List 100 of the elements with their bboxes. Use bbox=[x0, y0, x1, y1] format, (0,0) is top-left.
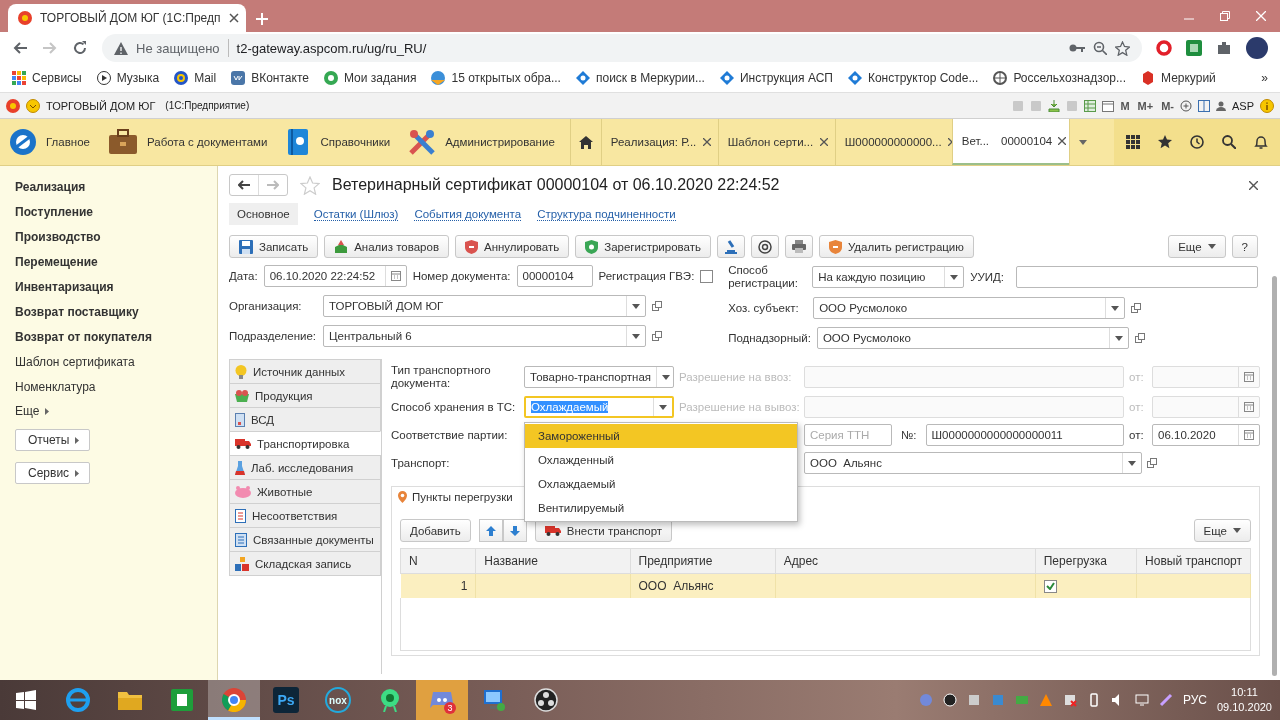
toolbar-button[interactable]: Записать bbox=[229, 235, 319, 258]
registration-method-field[interactable]: На каждую позицию bbox=[812, 266, 965, 288]
bookmark[interactable]: 15 открытых обра... bbox=[431, 71, 561, 85]
uuid-field[interactable] bbox=[1016, 266, 1258, 288]
organization-field[interactable]: ТОРГОВЫЙ ДОМ ЮГ bbox=[323, 295, 646, 317]
toolbar-button[interactable]: Удалить регистрацию bbox=[818, 235, 974, 258]
info-icon[interactable] bbox=[1260, 98, 1274, 113]
department-field[interactable]: Центральный 6 bbox=[323, 325, 646, 347]
help-button[interactable]: ? bbox=[1231, 235, 1258, 258]
close-icon[interactable] bbox=[1058, 137, 1067, 145]
taskbar-button[interactable]: Ps bbox=[260, 680, 312, 720]
sidebar-item[interactable]: Шаблон сертификата bbox=[15, 354, 202, 370]
move-down-button[interactable] bbox=[502, 519, 527, 542]
import-permit-date-field[interactable] bbox=[1152, 366, 1260, 388]
export-permit-date-field[interactable] bbox=[1152, 396, 1260, 418]
open-icon[interactable] bbox=[652, 301, 662, 311]
toolbar-button[interactable]: Аннулировать bbox=[455, 235, 570, 258]
reload-icon[interactable] bbox=[72, 40, 88, 56]
star-icon[interactable] bbox=[1115, 40, 1130, 56]
page-tab[interactable]: Транспортировка bbox=[229, 431, 381, 455]
table-icon[interactable] bbox=[1084, 99, 1097, 112]
column-header[interactable]: Название bbox=[475, 548, 630, 574]
section-item[interactable]: Администрирование bbox=[399, 119, 564, 165]
dropdown-list[interactable]: Замороженный Охлажденный Охлаждаемый Вентилируемый bbox=[524, 422, 798, 522]
form-tab[interactable]: Основное bbox=[229, 203, 298, 225]
form-link[interactable]: Структура подчиненности bbox=[537, 207, 676, 221]
new-tab-icon[interactable] bbox=[256, 13, 268, 25]
checkbox[interactable] bbox=[1043, 579, 1057, 593]
apps-icon[interactable] bbox=[1126, 135, 1140, 149]
calendar-icon[interactable] bbox=[1244, 430, 1254, 440]
sidebar-item[interactable]: Реализация bbox=[15, 179, 202, 195]
move-up-button[interactable] bbox=[478, 519, 503, 542]
date-field[interactable]: 06.10.2020 22:24:52 bbox=[263, 265, 407, 287]
dropdown-option[interactable]: Охлажденный bbox=[525, 448, 797, 472]
section-item[interactable]: Справочники bbox=[276, 119, 400, 165]
bookmark[interactable]: Музыка bbox=[96, 71, 160, 85]
warning-icon[interactable] bbox=[1038, 693, 1053, 707]
bookmark[interactable]: Мои задания bbox=[323, 71, 417, 85]
icon-button[interactable] bbox=[750, 235, 779, 258]
scrollbar[interactable] bbox=[1272, 276, 1277, 676]
bookmark[interactable]: Конструктор Code... bbox=[847, 71, 979, 85]
toolbar-button[interactable]: Зарегистрировать bbox=[575, 235, 711, 258]
open-tab[interactable]: Вет... 00000104 bbox=[951, 119, 1069, 165]
page-tab[interactable]: Источник данных bbox=[229, 359, 381, 383]
dropdown-option[interactable]: Замороженный bbox=[525, 424, 797, 448]
ring-icon[interactable] bbox=[1156, 40, 1172, 56]
open-icon[interactable] bbox=[1134, 333, 1145, 343]
close-icon[interactable] bbox=[819, 138, 828, 146]
bookmark[interactable]: Меркурий bbox=[1141, 71, 1216, 85]
page-tab[interactable]: ВСД bbox=[229, 407, 381, 431]
star-icon[interactable] bbox=[1158, 135, 1172, 149]
calendar-icon[interactable] bbox=[1102, 99, 1115, 112]
toolbar-button[interactable]: Добавить bbox=[400, 519, 471, 542]
more-bookmarks[interactable]: » bbox=[1261, 71, 1268, 85]
column-header[interactable]: Адрес bbox=[775, 548, 1036, 574]
column-header[interactable]: N bbox=[400, 548, 476, 574]
calendar-icon[interactable] bbox=[1244, 372, 1254, 382]
extension-icon[interactable] bbox=[1186, 40, 1202, 56]
avatar-icon[interactable] bbox=[1246, 37, 1268, 59]
section-item[interactable]: Работа с документами bbox=[98, 119, 277, 165]
more-button[interactable]: Еще bbox=[1168, 235, 1226, 258]
key-icon[interactable] bbox=[1069, 43, 1085, 53]
open-tab[interactable]: Реализация: Р... bbox=[600, 119, 718, 165]
memory-button[interactable]: M- bbox=[1161, 99, 1174, 112]
open-icon[interactable] bbox=[1131, 303, 1142, 313]
column-header[interactable]: Новый транспорт bbox=[1136, 548, 1251, 574]
memory-button[interactable]: M bbox=[1120, 99, 1130, 112]
taskbar-button[interactable]: 3 bbox=[416, 680, 468, 720]
more-button[interactable]: Еще bbox=[1193, 519, 1251, 542]
back-icon[interactable] bbox=[12, 40, 28, 56]
supervised-field[interactable]: ООО Русмолоко bbox=[816, 327, 1129, 349]
open-icon[interactable] bbox=[652, 331, 662, 341]
business-entity-field[interactable]: ООО Русмолоко bbox=[813, 297, 1126, 319]
zoom-in-icon[interactable] bbox=[1180, 99, 1192, 112]
icon-button[interactable] bbox=[784, 235, 813, 258]
number-field[interactable]: Ш0000000000000000011 bbox=[925, 424, 1124, 446]
number-field[interactable]: 00000104 bbox=[516, 265, 593, 287]
column-header[interactable]: Предприятие bbox=[630, 548, 776, 574]
circle-icon[interactable] bbox=[942, 693, 957, 707]
document-type-field[interactable]: Товарно-транспортная bbox=[524, 366, 674, 388]
checkbox[interactable] bbox=[700, 269, 714, 283]
clock[interactable]: 10:11 09.10.2020 bbox=[1216, 685, 1272, 715]
table-row[interactable]: 1 ООО Альянс bbox=[400, 573, 1251, 598]
close-icon[interactable] bbox=[228, 13, 239, 23]
browser-tab[interactable]: ТОРГОВЫЙ ДОМ ЮГ (1С:Предп bbox=[8, 4, 246, 32]
dropdown-option[interactable]: Вентилируемый bbox=[525, 496, 797, 520]
restore-icon[interactable] bbox=[1220, 11, 1230, 21]
bookmark[interactable]: Сервисы bbox=[12, 71, 82, 85]
sidebar-item[interactable]: Производство bbox=[15, 229, 202, 245]
sidebar-item[interactable]: Поступление bbox=[15, 204, 202, 220]
open-icon[interactable] bbox=[1147, 458, 1157, 468]
address-bar[interactable]: Не защищено t2-gateway.aspcom.ru/ug/ru_RU/ bbox=[102, 34, 1142, 62]
calendar-icon[interactable] bbox=[390, 271, 401, 281]
language-indicator[interactable]: РУС bbox=[1182, 693, 1207, 707]
open-tab[interactable]: Шаблон серти... bbox=[717, 119, 835, 165]
vehicle-field[interactable]: ООО Альянс bbox=[804, 452, 1142, 474]
close-icon[interactable] bbox=[702, 138, 711, 146]
taskbar-button[interactable]: nox bbox=[312, 680, 364, 720]
cross-icon[interactable] bbox=[1062, 693, 1077, 707]
panel-icon[interactable] bbox=[1198, 99, 1210, 112]
